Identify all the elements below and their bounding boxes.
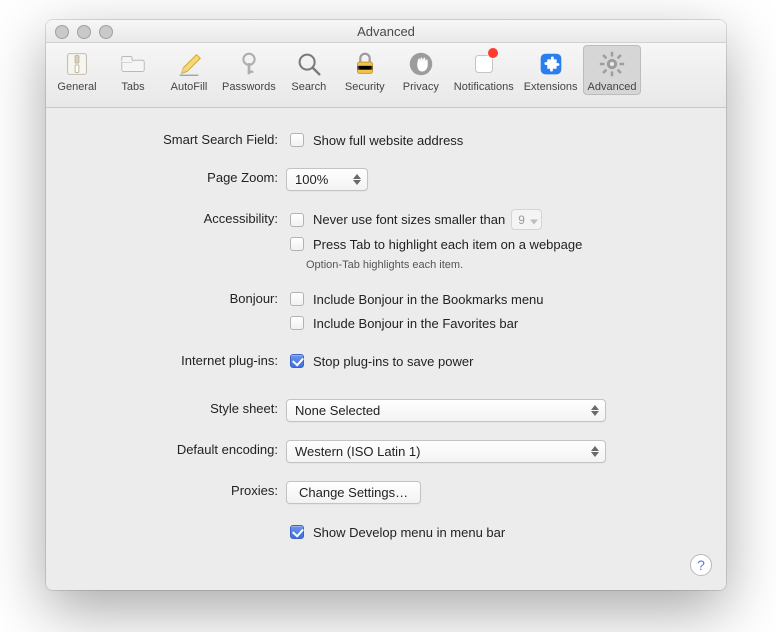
content: Smart Search Field: Show full website ad… — [46, 108, 726, 590]
stepper-arrows-icon — [589, 402, 601, 419]
puzzle-icon — [535, 48, 567, 80]
checkbox-bonjour-favorites[interactable] — [290, 316, 304, 330]
minimize-button[interactable] — [77, 25, 91, 39]
checkbox-label: Press Tab to highlight each item on a we… — [313, 237, 582, 252]
select-value: Western (ISO Latin 1) — [295, 444, 420, 459]
window-title: Advanced — [46, 24, 726, 39]
lock-icon — [349, 48, 381, 80]
tab-general[interactable]: General — [49, 45, 105, 95]
label-smart-search: Smart Search Field: — [46, 130, 286, 147]
switch-icon — [61, 48, 93, 80]
preferences-window: Advanced General Tabs AutoFill Password — [46, 20, 726, 590]
tab-label: Extensions — [524, 81, 578, 93]
zoom-button[interactable] — [99, 25, 113, 39]
pencil-icon — [173, 48, 205, 80]
tab-extensions[interactable]: Extensions — [519, 45, 583, 95]
checkbox-label: Show Develop menu in menu bar — [313, 525, 505, 540]
stepper-arrows-icon — [351, 171, 363, 188]
tab-label: AutoFill — [171, 81, 208, 93]
checkbox-label: Show full website address — [313, 133, 463, 148]
tab-search[interactable]: Search — [281, 45, 337, 95]
checkbox-label: Include Bonjour in the Bookmarks menu — [313, 292, 544, 307]
notification-icon — [468, 48, 500, 80]
stepper-arrows-icon — [589, 443, 601, 460]
toolbar: General Tabs AutoFill Passwords Search — [46, 43, 726, 108]
style-sheet-select[interactable]: None Selected — [286, 399, 606, 422]
label-page-zoom: Page Zoom: — [46, 168, 286, 185]
select-value: 100% — [295, 172, 328, 187]
traffic-lights — [55, 25, 113, 39]
change-settings-button[interactable]: Change Settings… — [286, 481, 421, 504]
tab-label: Search — [291, 81, 326, 93]
tab-label: Passwords — [222, 81, 276, 93]
tab-tabs[interactable]: Tabs — [105, 45, 161, 95]
key-icon — [233, 48, 265, 80]
checkbox-show-full-address[interactable] — [290, 133, 304, 147]
titlebar: Advanced — [46, 20, 726, 43]
tab-label: General — [57, 81, 96, 93]
label-bonjour: Bonjour: — [46, 289, 286, 306]
accessibility-hint: Option-Tab highlights each item. — [306, 259, 696, 271]
label-proxies: Proxies: — [46, 481, 286, 498]
chevron-down-icon — [530, 215, 538, 229]
select-value: None Selected — [295, 403, 380, 418]
help-button[interactable]: ? — [690, 554, 712, 576]
button-label: Change Settings… — [299, 485, 408, 500]
gear-icon — [596, 48, 628, 80]
notification-badge-icon — [487, 47, 499, 59]
checkbox-min-font-size[interactable] — [290, 213, 304, 227]
page-zoom-select[interactable]: 100% — [286, 168, 368, 191]
default-encoding-select[interactable]: Western (ISO Latin 1) — [286, 440, 606, 463]
checkbox-stop-plugins[interactable] — [290, 354, 304, 368]
label-default-encoding: Default encoding: — [46, 440, 286, 457]
checkbox-bonjour-bookmarks[interactable] — [290, 292, 304, 306]
tab-passwords[interactable]: Passwords — [217, 45, 281, 95]
checkbox-press-tab[interactable] — [290, 237, 304, 251]
tab-security[interactable]: Security — [337, 45, 393, 95]
checkbox-label: Never use font sizes smaller than — [313, 212, 505, 227]
tab-label: Notifications — [454, 81, 514, 93]
tab-label: Privacy — [403, 81, 439, 93]
tab-notifications[interactable]: Notifications — [449, 45, 519, 95]
min-font-size-stepper: 9 — [511, 209, 542, 230]
tab-privacy[interactable]: Privacy — [393, 45, 449, 95]
search-icon — [293, 48, 325, 80]
tab-label: Advanced — [588, 81, 637, 93]
label-accessibility: Accessibility: — [46, 209, 286, 226]
tab-label: Security — [345, 81, 385, 93]
checkbox-label: Include Bonjour in the Favorites bar — [313, 316, 518, 331]
checkbox-label: Stop plug-ins to save power — [313, 354, 473, 369]
label-style-sheet: Style sheet: — [46, 399, 286, 416]
tabs-icon — [117, 48, 149, 80]
question-icon: ? — [697, 557, 705, 573]
hand-icon — [405, 48, 437, 80]
tab-autofill[interactable]: AutoFill — [161, 45, 217, 95]
checkbox-show-develop[interactable] — [290, 525, 304, 539]
label-internet-plugins: Internet plug-ins: — [46, 351, 286, 368]
value: 9 — [518, 213, 525, 227]
tab-advanced[interactable]: Advanced — [583, 45, 642, 95]
tab-label: Tabs — [121, 81, 144, 93]
close-button[interactable] — [55, 25, 69, 39]
